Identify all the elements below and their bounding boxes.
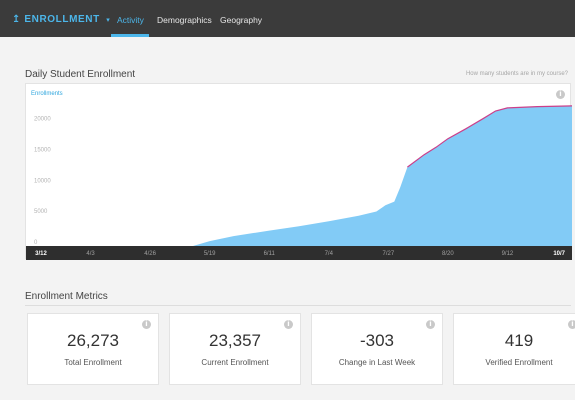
info-icon[interactable]: i (556, 90, 565, 99)
y-tick-label: 10000 (34, 178, 51, 184)
x-tick-label: 10/7 (553, 251, 565, 257)
metric-label: Change in Last Week (338, 358, 416, 367)
info-icon[interactable]: i (568, 320, 575, 329)
metric-value: 23,357 (209, 331, 261, 350)
metric-value: 26,273 (67, 331, 119, 350)
top-nav: ↥ ENROLLMENT ▾ Activity Demographics Geo… (0, 0, 575, 37)
enrollment-chart: 0 5000 10000 15000 20000 3/12 4/3 4/26 5/19 6/11 7… (25, 83, 572, 260)
x-tick-label: 9/12 (502, 251, 514, 257)
metric-card-total-enrollment: i 26,273 Total Enrollment (27, 313, 159, 385)
enrollment-menu-button[interactable]: ↥ ENROLLMENT ▾ (12, 14, 110, 25)
help-link[interactable]: How many students are in my course? (466, 71, 568, 77)
tab-activity[interactable]: Activity (117, 15, 144, 25)
x-tick-label: 3/12 (35, 251, 47, 257)
x-axis-band (26, 246, 572, 260)
chart-section-title: Daily Student Enrollment (25, 69, 136, 80)
x-tick-label: 7/27 (382, 251, 394, 257)
caret-down-icon: ▾ (106, 17, 111, 24)
info-icon[interactable]: i (142, 320, 151, 329)
metric-card-verified-enrollment: i 419 Verified Enrollment (453, 313, 575, 385)
brand-label: ENROLLMENT (24, 14, 100, 25)
tab-geography[interactable]: Geography (220, 15, 262, 25)
chart-canvas: 0 5000 10000 15000 20000 3/12 4/3 4/26 5/19 6/11 7… (26, 105, 572, 260)
x-tick-label: 5/19 (204, 251, 216, 257)
metric-value: -303 (359, 331, 395, 350)
x-tick-label: 4/26 (144, 251, 156, 257)
x-tick-label: 7/4 (325, 251, 334, 257)
info-icon[interactable]: i (284, 320, 293, 329)
metric-card-change-last-week: i -303 Change in Last Week (311, 313, 443, 385)
metric-label: Verified Enrollment (485, 358, 553, 367)
metric-value: 419 (504, 331, 534, 350)
x-tick-label: 8/20 (442, 251, 454, 257)
y-tick-label: 20000 (34, 117, 51, 123)
series-area-enrollments (31, 105, 572, 246)
tab-demographics[interactable]: Demographics (157, 15, 212, 25)
y-tick-label: 15000 (34, 148, 51, 154)
metrics-section-title: Enrollment Metrics (25, 291, 108, 302)
y-tick-label: 5000 (34, 209, 48, 215)
y-tick-label: 0 (34, 240, 38, 246)
metric-label: Current Enrollment (201, 358, 269, 367)
chart-legend: Enrollments (31, 91, 63, 97)
active-tab-indicator (111, 34, 149, 37)
metric-label: Total Enrollment (64, 358, 122, 367)
metric-card-current-enrollment: i 23,357 Current Enrollment (169, 313, 301, 385)
x-tick-label: 6/11 (264, 251, 276, 257)
info-icon[interactable]: i (426, 320, 435, 329)
upload-arrow-icon: ↥ (12, 14, 21, 25)
section-divider (25, 305, 571, 306)
x-tick-label: 4/3 (86, 251, 95, 257)
